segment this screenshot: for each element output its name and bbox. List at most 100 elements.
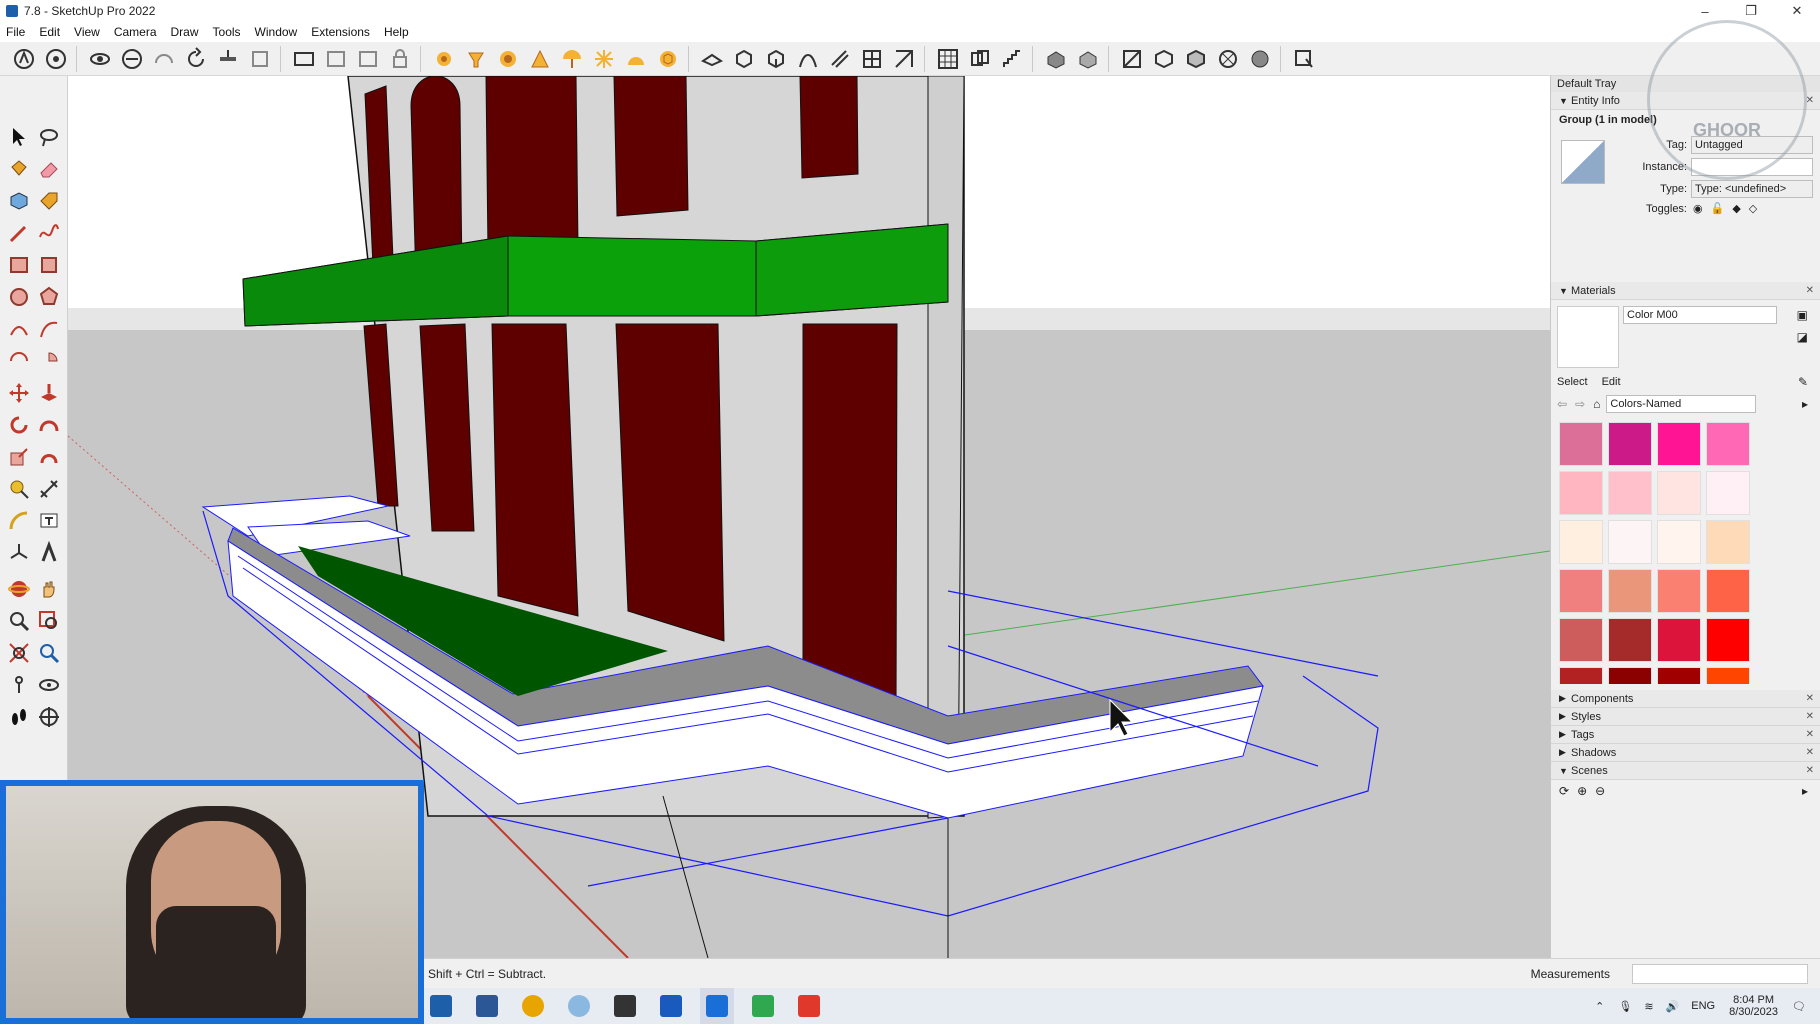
circle-icon[interactable] <box>4 282 34 312</box>
color-swatch[interactable] <box>1657 422 1701 466</box>
zoom-icon[interactable] <box>4 606 34 636</box>
scene-options-icon[interactable]: ▸ <box>1802 784 1808 798</box>
tag-icon[interactable] <box>34 186 64 216</box>
menu-camera[interactable]: Camera <box>114 25 157 39</box>
offset-icon[interactable] <box>34 442 64 472</box>
material-name-input[interactable]: Color M00 <box>1623 306 1777 324</box>
components-header[interactable]: ▶ Components ✕ <box>1551 690 1820 708</box>
chrome-app-icon[interactable] <box>516 988 550 1024</box>
color-swatch[interactable] <box>1706 569 1750 613</box>
move-icon[interactable] <box>4 378 34 408</box>
minimize-button[interactable]: – <box>1682 0 1728 22</box>
calculator-app-icon[interactable] <box>608 988 642 1024</box>
color-swatch[interactable] <box>1657 569 1701 613</box>
xray-icon[interactable] <box>290 45 318 73</box>
lasso-icon[interactable] <box>34 122 64 152</box>
close-icon[interactable]: ✕ <box>1806 711 1814 722</box>
details-icon[interactable]: ▸ <box>1802 397 1808 411</box>
target-icon[interactable] <box>494 45 522 73</box>
shadows-header[interactable]: ▶ Shadows ✕ <box>1551 744 1820 762</box>
intersect-icon[interactable] <box>762 45 790 73</box>
volume-icon[interactable]: 🔊 <box>1666 1000 1680 1013</box>
umbrella-icon[interactable] <box>558 45 586 73</box>
menu-edit[interactable]: Edit <box>39 25 60 39</box>
protractor-tool-icon[interactable] <box>4 506 34 536</box>
measurements-input[interactable] <box>1632 964 1808 984</box>
rectangle-icon[interactable] <box>4 250 34 280</box>
menu-window[interactable]: Window <box>255 25 298 39</box>
three-point-arc-icon[interactable] <box>4 346 34 376</box>
look-around-icon[interactable] <box>34 670 64 700</box>
paint-icon[interactable] <box>462 45 490 73</box>
language-indicator[interactable]: ENG <box>1691 1000 1715 1012</box>
color-swatch[interactable] <box>1706 422 1750 466</box>
refresh-icon[interactable] <box>182 45 210 73</box>
zoom-window-icon[interactable] <box>34 606 64 636</box>
eyedropper-icon[interactable]: ✎ <box>1798 375 1808 389</box>
grid-icon[interactable] <box>934 45 962 73</box>
close-icon[interactable]: ✕ <box>1806 747 1814 758</box>
notifications-icon[interactable]: 🗨 <box>1792 1000 1806 1013</box>
receive-shadows-icon[interactable]: ◆ <box>1732 202 1740 215</box>
section-plane-tool-icon[interactable] <box>34 702 64 732</box>
solid-tools-icon[interactable] <box>698 45 726 73</box>
paint-bucket-icon[interactable] <box>4 154 34 184</box>
color-swatch[interactable] <box>1559 618 1603 662</box>
color-swatch[interactable] <box>1706 471 1750 515</box>
color-swatch[interactable] <box>1559 471 1603 515</box>
paint-mode-icon[interactable]: ◪ <box>1797 330 1808 344</box>
iso-view-icon[interactable] <box>1042 45 1070 73</box>
tab-edit[interactable]: Edit <box>1602 376 1621 388</box>
word-app-icon[interactable] <box>654 988 688 1024</box>
home-icon[interactable]: ⌂ <box>1593 397 1600 411</box>
axes-icon[interactable] <box>4 538 34 568</box>
restore-button[interactable]: ❐ <box>1728 0 1774 22</box>
back-edges-icon[interactable] <box>322 45 350 73</box>
rotate-icon[interactable] <box>4 410 34 440</box>
close-icon[interactable]: ✕ <box>1806 729 1814 740</box>
color-swatch[interactable] <box>1608 520 1652 564</box>
sandbox-icon[interactable] <box>118 45 146 73</box>
microphone-icon[interactable]: 🎙 <box>1618 1000 1632 1013</box>
tags-header[interactable]: ▶ Tags ✕ <box>1551 726 1820 744</box>
tab-select[interactable]: Select <box>1557 376 1588 388</box>
layers-icon[interactable] <box>966 45 994 73</box>
dimension-icon[interactable] <box>34 474 64 504</box>
union-icon[interactable] <box>794 45 822 73</box>
color-swatch[interactable] <box>1559 569 1603 613</box>
menu-tools[interactable]: Tools <box>213 25 241 39</box>
close-icon[interactable]: ✕ <box>1806 765 1814 776</box>
right-view-icon[interactable] <box>1182 45 1210 73</box>
front-view-icon[interactable] <box>1150 45 1178 73</box>
chevron-up-icon[interactable]: ⌃ <box>1595 1000 1604 1013</box>
scale-icon[interactable] <box>1118 45 1146 73</box>
shape-icon[interactable] <box>622 45 650 73</box>
stairs-icon[interactable] <box>998 45 1026 73</box>
scale-tool-icon[interactable] <box>4 442 34 472</box>
color-swatch[interactable] <box>1608 618 1652 662</box>
lock-icon[interactable] <box>386 45 414 73</box>
orbit-icon[interactable] <box>86 45 114 73</box>
menu-file[interactable]: File <box>6 25 25 39</box>
subtract-icon[interactable] <box>826 45 854 73</box>
walk-icon[interactable] <box>4 702 34 732</box>
top-view-icon[interactable] <box>1074 45 1102 73</box>
wireframe-icon[interactable] <box>354 45 382 73</box>
color-swatch[interactable] <box>1657 471 1701 515</box>
monochrome-icon[interactable] <box>1214 45 1242 73</box>
wifi-icon[interactable]: ≋ <box>1644 1000 1653 1013</box>
camtasia-app-icon[interactable] <box>746 988 780 1024</box>
eraser-icon[interactable] <box>34 154 64 184</box>
select-tool-icon[interactable] <box>1290 45 1318 73</box>
two-point-arc-icon[interactable] <box>34 314 64 344</box>
sketchup-warehouse-button[interactable] <box>10 45 38 73</box>
recorder-app-icon[interactable] <box>792 988 826 1024</box>
update-scene-icon[interactable]: ⟳ <box>1559 784 1569 798</box>
color-swatch[interactable] <box>1706 520 1750 564</box>
protractor-icon[interactable] <box>526 45 554 73</box>
position-camera-icon[interactable] <box>4 670 34 700</box>
add-scene-icon[interactable]: ⊕ <box>1577 784 1587 798</box>
color-swatch[interactable] <box>1608 569 1652 613</box>
extension-warehouse-button[interactable] <box>42 45 70 73</box>
texture-icon[interactable] <box>1246 45 1274 73</box>
